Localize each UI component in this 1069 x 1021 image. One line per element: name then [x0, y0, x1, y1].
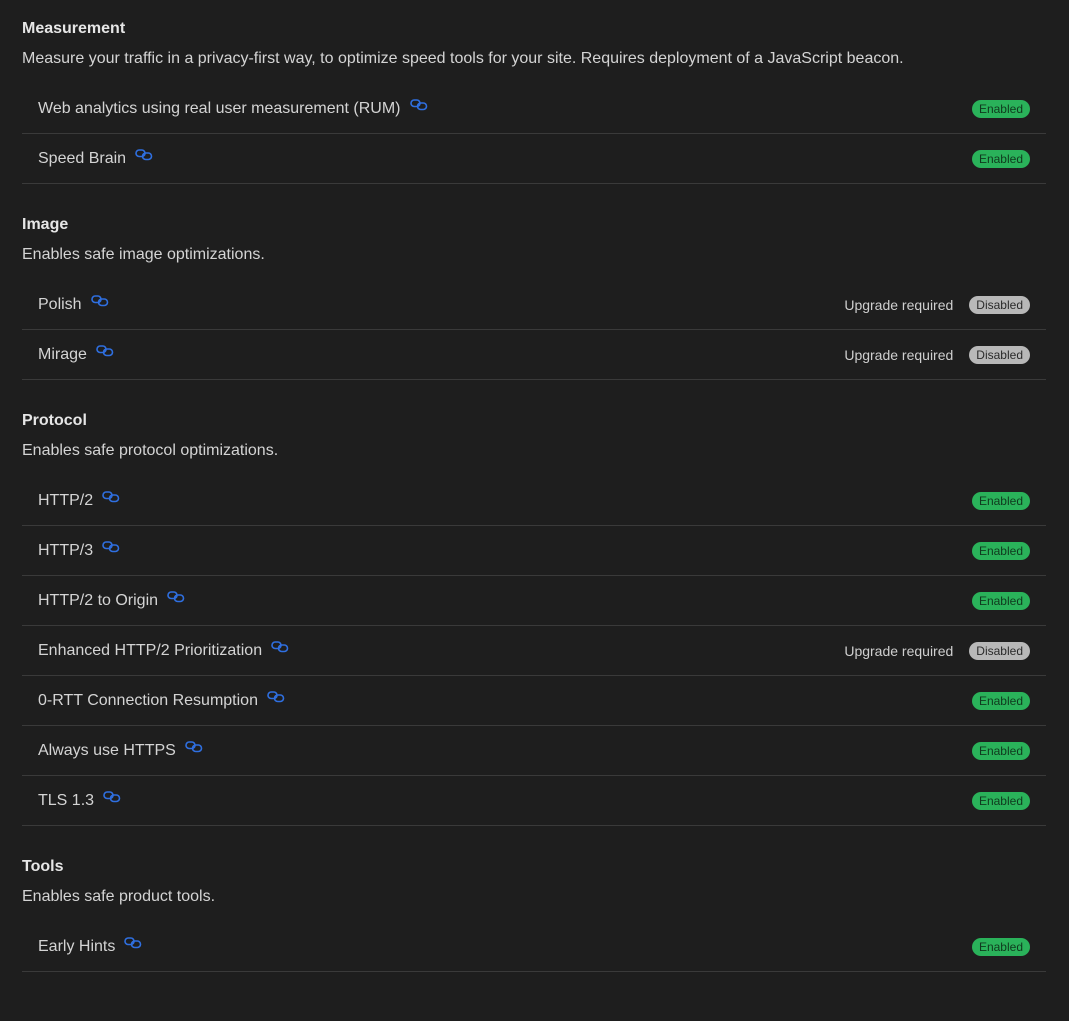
section-description: Enables safe protocol optimizations.: [22, 442, 279, 459]
link-icon[interactable]: [124, 936, 142, 949]
upgrade-required-note: Upgrade required: [844, 296, 954, 313]
setting-label: HTTP/2 to Origin: [38, 591, 159, 609]
upgrade-required-note: Upgrade required: [844, 642, 954, 659]
setting-name: TLS 1.3: [38, 790, 972, 810]
setting-row[interactable]: Polish Upgrade required Disabled: [22, 280, 1046, 330]
setting-status-group: Enabled: [971, 791, 1030, 810]
setting-label: Mirage: [38, 345, 87, 363]
section-measurement: Measurement Measure your traffic in a pri…: [22, 0, 1046, 184]
setting-status-group: Upgrade required Disabled: [844, 295, 1030, 314]
setting-name: HTTP/3: [38, 540, 972, 560]
setting-name: HTTP/2 to Origin: [38, 590, 972, 610]
section-title: Image: [22, 216, 69, 233]
setting-row[interactable]: Always use HTTPS Enabled: [22, 726, 1046, 776]
setting-row[interactable]: HTTP/3 Enabled: [22, 526, 1046, 576]
setting-row[interactable]: Speed Brain Enabled: [22, 134, 1046, 184]
setting-label: Polish: [38, 295, 82, 313]
setting-label: TLS 1.3: [38, 791, 95, 809]
status-badge: Disabled: [969, 295, 1030, 314]
link-icon[interactable]: [96, 344, 114, 357]
settings-list: Web analytics using real user measuremen…: [22, 84, 1046, 184]
setting-name: 0-RTT Connection Resumption: [38, 690, 972, 710]
section-description: Enables safe image optimizations.: [22, 246, 265, 263]
link-icon[interactable]: [167, 590, 185, 603]
status-badge: Disabled: [969, 641, 1030, 660]
setting-label: Always use HTTPS: [38, 741, 176, 759]
setting-label: Early Hints: [38, 937, 116, 955]
setting-status-group: Enabled: [971, 491, 1030, 510]
status-badge: Enabled: [971, 541, 1030, 560]
setting-label: HTTP/3: [38, 541, 94, 559]
link-icon[interactable]: [135, 148, 153, 161]
setting-row[interactable]: Enhanced HTTP/2 Prioritization Upgrade re…: [22, 626, 1046, 676]
setting-row[interactable]: TLS 1.3 Enabled: [22, 776, 1046, 826]
link-icon[interactable]: [267, 690, 285, 703]
setting-status-group: Upgrade required Disabled: [844, 345, 1030, 364]
setting-row[interactable]: Web analytics using real user measuremen…: [22, 84, 1046, 134]
link-icon[interactable]: [271, 640, 289, 653]
setting-label: HTTP/2: [38, 491, 94, 509]
status-badge: Disabled: [969, 345, 1030, 364]
section-protocol: Protocol Enables safe protocol optimizati…: [22, 392, 1046, 826]
setting-label: Enhanced HTTP/2 Prioritization: [38, 641, 263, 659]
section-tools: Tools Enables safe product tools. Early Hi…: [22, 838, 1046, 972]
setting-name: Always use HTTPS: [38, 740, 972, 760]
setting-name: Early Hints: [38, 936, 972, 956]
section-title: Protocol: [22, 412, 87, 429]
setting-name: Web analytics using real user measuremen…: [38, 98, 972, 118]
setting-status-group: Enabled: [971, 99, 1030, 118]
settings-list: HTTP/2 Enabled HTTP/3 Enabled HTTP/2 to Orig…: [22, 476, 1046, 826]
setting-status-group: Enabled: [971, 591, 1030, 610]
link-icon[interactable]: [102, 490, 120, 503]
setting-status-group: Enabled: [971, 691, 1030, 710]
link-icon[interactable]: [102, 540, 120, 553]
status-badge: Enabled: [971, 99, 1030, 118]
setting-label: 0-RTT Connection Resumption: [38, 691, 258, 709]
status-badge: Enabled: [971, 149, 1030, 168]
section-description: Enables safe product tools.: [22, 888, 216, 905]
status-badge: Enabled: [971, 791, 1030, 810]
setting-row[interactable]: HTTP/2 Enabled: [22, 476, 1046, 526]
setting-row[interactable]: Early Hints Enabled: [22, 922, 1046, 972]
section-image: Image Enables safe image optimizations. Po…: [22, 196, 1046, 380]
setting-row[interactable]: Mirage Upgrade required Disabled: [22, 330, 1046, 380]
setting-status-group: Enabled: [971, 149, 1030, 168]
status-badge: Enabled: [971, 741, 1030, 760]
status-badge: Enabled: [971, 691, 1030, 710]
setting-name: Speed Brain: [38, 148, 972, 168]
setting-row[interactable]: 0-RTT Connection Resumption Enabled: [22, 676, 1046, 726]
link-icon[interactable]: [185, 740, 203, 753]
speed-settings-page: Measurement Measure your traffic in a pri…: [0, 0, 1069, 972]
setting-label: Web analytics using real user measuremen…: [38, 99, 401, 117]
setting-status-group: Enabled: [971, 741, 1030, 760]
status-badge: Enabled: [971, 491, 1030, 510]
status-badge: Enabled: [971, 937, 1030, 956]
section-title: Measurement: [22, 20, 126, 37]
setting-name: HTTP/2: [38, 490, 972, 510]
link-icon[interactable]: [409, 98, 428, 111]
section-description: Measure your traffic in a privacy-first …: [22, 50, 904, 67]
setting-name: Mirage: [38, 344, 844, 364]
setting-status-group: Upgrade required Disabled: [844, 641, 1030, 660]
upgrade-required-note: Upgrade required: [844, 346, 954, 363]
setting-row[interactable]: HTTP/2 to Origin Enabled: [22, 576, 1046, 626]
settings-list: Early Hints Enabled: [22, 922, 1046, 972]
status-badge: Enabled: [971, 591, 1030, 610]
link-icon[interactable]: [103, 790, 121, 803]
settings-list: Polish Upgrade required Disabled Mirage Upgr…: [22, 280, 1046, 380]
section-title: Tools: [22, 858, 64, 875]
setting-name: Polish: [38, 294, 844, 314]
link-icon[interactable]: [90, 294, 109, 307]
setting-status-group: Enabled: [971, 937, 1030, 956]
setting-name: Enhanced HTTP/2 Prioritization: [38, 640, 844, 660]
setting-label: Speed Brain: [38, 149, 127, 167]
setting-status-group: Enabled: [971, 541, 1030, 560]
